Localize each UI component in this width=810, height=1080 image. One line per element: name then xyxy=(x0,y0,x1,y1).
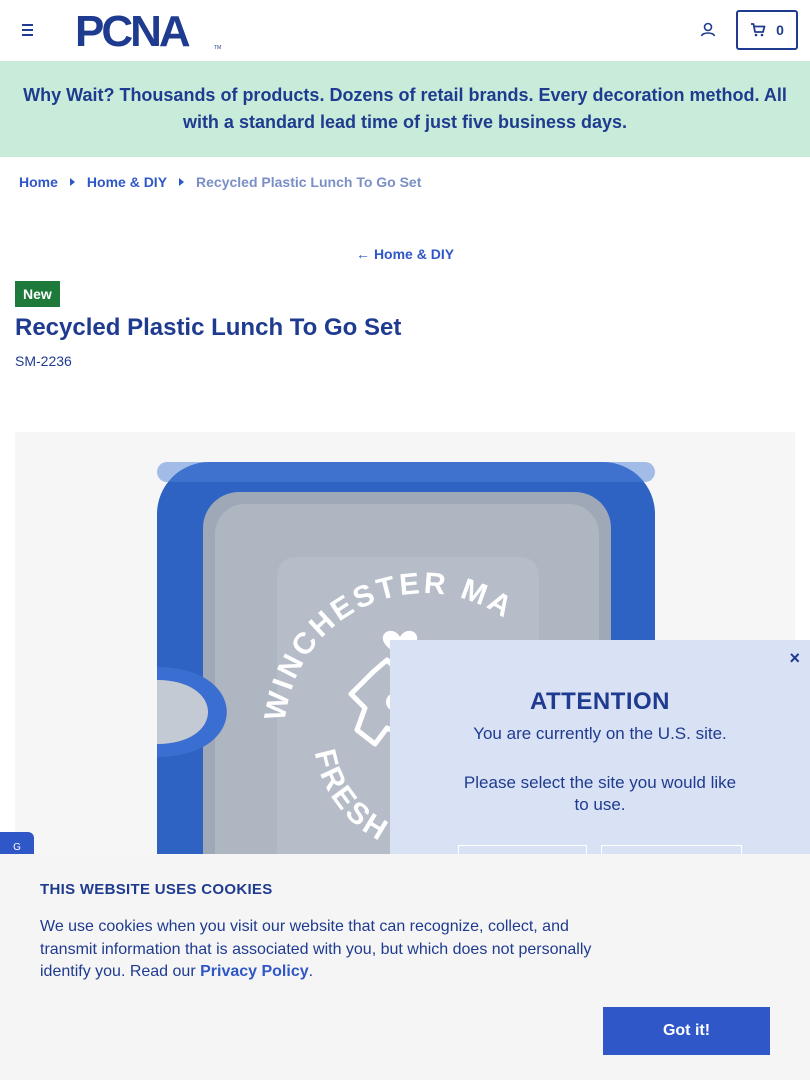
breadcrumb-separator-icon xyxy=(69,178,75,186)
side-tab-label: G xyxy=(13,841,21,853)
popup-title: ATTENTION xyxy=(529,688,671,715)
page: PCNA TM 0 Why Wait? Thousands of product… xyxy=(0,0,810,1080)
pcna-logo[interactable]: PCNA TM xyxy=(75,9,225,51)
cookie-consent-bar: THIS WEBSITE USES COOKIES We use cookies… xyxy=(0,854,810,1080)
account-user-icon[interactable] xyxy=(698,20,718,40)
product-sku: SM-2236 xyxy=(15,353,72,369)
popup-prompt: Please select the site you would like to… xyxy=(463,773,737,814)
hamburger-menu-icon[interactable] xyxy=(18,20,38,40)
back-to-category-link[interactable]: ← Home & DIY xyxy=(0,246,810,262)
breadcrumb: Home Home & DIY Recycled Plastic Lunch T… xyxy=(19,174,421,190)
promo-banner: Why Wait? Thousands of products. Dozens … xyxy=(0,61,810,157)
new-badge: New xyxy=(15,281,60,307)
cart-button[interactable]: 0 xyxy=(736,10,798,50)
breadcrumb-home[interactable]: Home xyxy=(19,174,58,190)
close-icon[interactable]: × xyxy=(789,648,800,669)
logo-text: PCNA xyxy=(75,9,190,51)
product-title: Recycled Plastic Lunch To Go Set xyxy=(15,314,402,341)
breadcrumb-category[interactable]: Home & DIY xyxy=(87,174,167,190)
promo-banner-text: Why Wait? Thousands of products. Dozens … xyxy=(23,85,787,132)
site-selector-popup: × ATTENTION You are currently on the U.S… xyxy=(390,640,810,885)
arrow-left-icon: ← xyxy=(355,246,370,262)
popup-current-site-message: You are currently on the U.S. site. xyxy=(473,724,727,743)
cookie-text-end: . xyxy=(308,963,314,980)
privacy-policy-link[interactable]: Privacy Policy xyxy=(200,963,309,980)
cart-count: 0 xyxy=(776,22,784,38)
cart-icon xyxy=(751,23,766,37)
cookie-text-body: We use cookies when you visit our websit… xyxy=(40,918,592,980)
breadcrumb-separator-icon xyxy=(179,178,185,186)
cookie-text: We use cookies when you visit our websit… xyxy=(40,916,610,984)
back-link-label: Home & DIY xyxy=(373,246,455,262)
svg-text:TM: TM xyxy=(214,45,221,51)
cookie-title: THIS WEBSITE USES COOKIES xyxy=(40,881,273,898)
breadcrumb-current: Recycled Plastic Lunch To Go Set xyxy=(196,174,422,190)
cookie-accept-button[interactable]: Got it! xyxy=(603,1007,770,1055)
site-header: PCNA TM 0 xyxy=(0,0,810,61)
